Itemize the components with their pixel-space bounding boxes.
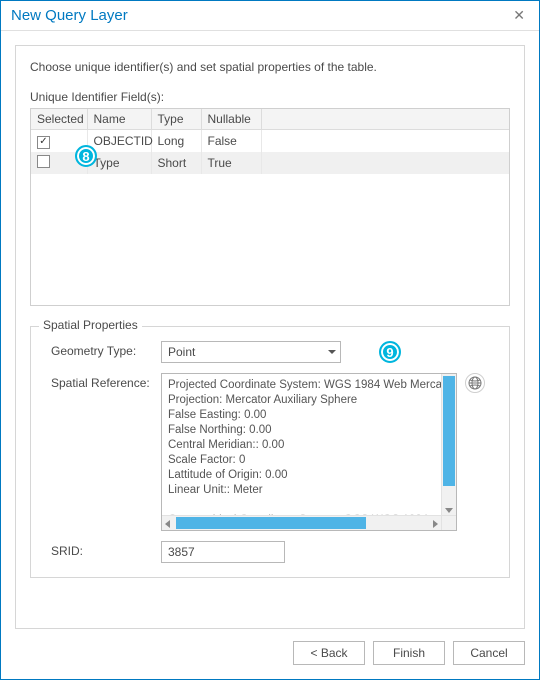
back-button[interactable]: < Back <box>293 641 365 665</box>
geometry-type-label: Geometry Type: <box>43 341 161 358</box>
row-checkbox[interactable] <box>37 155 50 168</box>
srid-row: SRID: <box>43 541 497 563</box>
callout-9: 9 <box>379 341 401 363</box>
dialog-footer: < Back Finish Cancel <box>1 629 539 679</box>
finish-button[interactable]: Finish <box>373 641 445 665</box>
spatial-reference-row: Spatial Reference: Projected Coordinate … <box>43 373 497 531</box>
scroll-corner <box>441 515 456 530</box>
content-panel: Choose unique identifier(s) and set spat… <box>15 45 525 629</box>
scrollbar-thumb[interactable] <box>176 517 366 529</box>
chevron-down-icon <box>328 350 336 354</box>
spatial-properties-group: Spatial Properties Geometry Type: Point … <box>30 326 510 578</box>
table-row[interactable]: OBJECTID Long False <box>31 130 509 152</box>
globe-icon <box>468 376 482 390</box>
close-button[interactable]: ✕ <box>509 7 529 24</box>
spatial-reference-label: Spatial Reference: <box>43 373 161 390</box>
col-rest-header <box>261 109 509 130</box>
geometry-type-value: Point <box>168 345 195 359</box>
vertical-scrollbar[interactable] <box>441 374 456 515</box>
srid-label: SRID: <box>43 541 161 558</box>
table-row[interactable]: Type Short True <box>31 152 509 174</box>
cancel-button[interactable]: Cancel <box>453 641 525 665</box>
row-type: Short <box>151 152 201 174</box>
new-query-layer-dialog: New Query Layer ✕ Choose unique identifi… <box>0 0 540 680</box>
row-nullable: False <box>201 130 261 152</box>
unique-id-table: Selected Name Type Nullable OBJECTID Lon… <box>30 108 510 306</box>
row-name: Type <box>87 152 151 174</box>
spatial-reference-box[interactable]: Projected Coordinate System: WGS 1984 We… <box>161 373 457 531</box>
instruction-text: Choose unique identifier(s) and set spat… <box>30 60 510 74</box>
horizontal-scrollbar[interactable] <box>162 515 441 530</box>
scroll-down-icon[interactable] <box>445 508 453 513</box>
scroll-left-icon[interactable] <box>165 520 170 528</box>
scroll-right-icon[interactable] <box>433 520 438 528</box>
row-type: Long <box>151 130 201 152</box>
dialog-title: New Query Layer <box>11 7 128 24</box>
spatial-legend: Spatial Properties <box>39 318 142 332</box>
col-type-header[interactable]: Type <box>151 109 201 130</box>
row-checkbox[interactable] <box>37 136 50 149</box>
row-nullable: True <box>201 152 261 174</box>
spatial-reference-text: Projected Coordinate System: WGS 1984 We… <box>168 378 456 528</box>
dialog-content: Choose unique identifier(s) and set spat… <box>1 31 539 629</box>
col-name-header[interactable]: Name <box>87 109 151 130</box>
choose-coordinate-system-button[interactable] <box>465 373 485 393</box>
titlebar: New Query Layer ✕ <box>1 1 539 31</box>
col-nullable-header[interactable]: Nullable <box>201 109 261 130</box>
col-selected-header[interactable]: Selected <box>31 109 87 130</box>
srid-input[interactable] <box>161 541 285 563</box>
unique-id-label: Unique Identifier Field(s): <box>30 90 510 104</box>
table-header-row: Selected Name Type Nullable <box>31 109 509 130</box>
geometry-type-row: Geometry Type: Point 9 <box>43 341 497 363</box>
scrollbar-thumb[interactable] <box>443 376 455 486</box>
geometry-type-select[interactable]: Point <box>161 341 341 363</box>
row-name: OBJECTID <box>87 130 151 152</box>
